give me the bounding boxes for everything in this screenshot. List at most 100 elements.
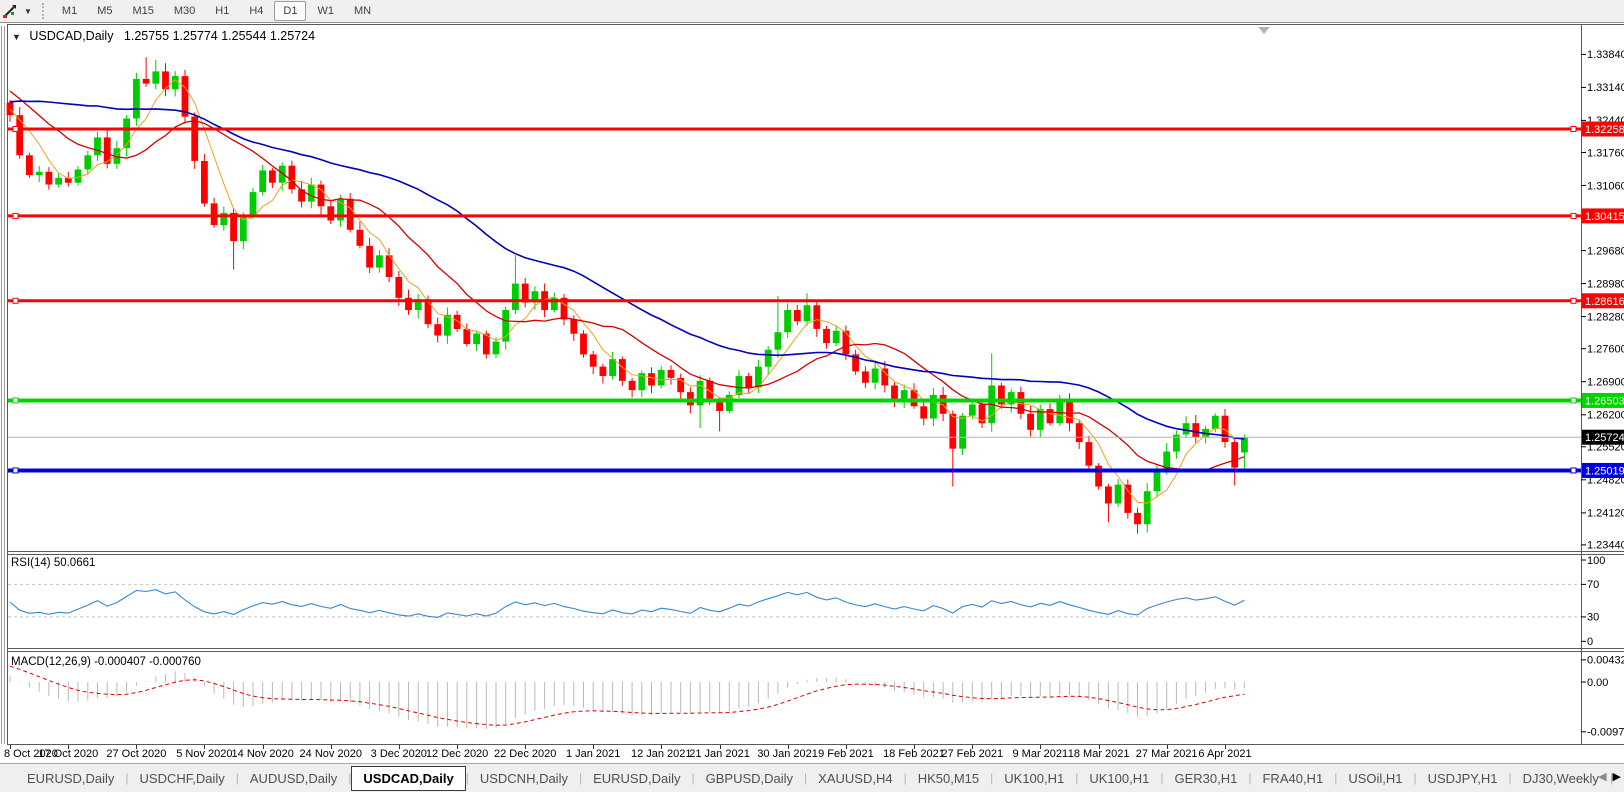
- svg-text:0.004328: 0.004328: [1587, 655, 1624, 667]
- timeframe-button-h1[interactable]: H1: [206, 1, 238, 21]
- tab-usdjpy-h1[interactable]: USDJPY,H1: [1417, 766, 1509, 791]
- tool-caret-icon[interactable]: ▼: [24, 7, 32, 16]
- date-label: 18 Feb 2021: [883, 748, 945, 760]
- tab-uk100-h1[interactable]: UK100,H1: [1078, 766, 1160, 791]
- date-label: 1 Jan 2021: [565, 748, 621, 760]
- date-label: 22 Dec 2020: [493, 748, 557, 760]
- date-label: 21 Jan 2021: [689, 748, 750, 760]
- hline-1-26503[interactable]: 1.26503: [8, 392, 1624, 408]
- svg-text:1.29680: 1.29680: [1587, 245, 1624, 257]
- timeframe-button-m30[interactable]: M30: [165, 1, 204, 21]
- hline-1-32258[interactable]: 1.32258: [8, 121, 1624, 137]
- chart-shift-marker-icon[interactable]: [1258, 27, 1270, 34]
- chart-title-quote: 1.25755 1.25774 1.25544 1.25724: [123, 29, 316, 43]
- crosshair-pointer-tool-icon[interactable]: [2, 3, 22, 19]
- tab-dj30-weekly[interactable]: DJ30,Weekly: [1512, 766, 1610, 791]
- date-label: 18 Mar 2021: [1067, 748, 1130, 760]
- tab-usdcnh-daily[interactable]: USDCNH,Daily: [469, 766, 579, 791]
- rsi-axis[interactable]: 100 70 30 0: [1581, 555, 1605, 648]
- tab-scroll-arrows: ◀ ▶: [1598, 770, 1621, 784]
- timeframe-button-w1[interactable]: W1: [308, 1, 343, 21]
- timeframe-button-m15[interactable]: M15: [123, 1, 162, 21]
- svg-text:1.25019: 1.25019: [1585, 465, 1624, 477]
- chart-area[interactable]: 1.33840 1.33140 1.32440 1.31760 1.31060 …: [0, 22, 1624, 745]
- timeframe-button-m1[interactable]: M1: [53, 1, 86, 21]
- svg-text:1.28280: 1.28280: [1587, 311, 1624, 323]
- svg-text:1.23440: 1.23440: [1587, 540, 1624, 552]
- rsi-level-lines: [8, 583, 1581, 618]
- tab-scroll-left-icon[interactable]: ◀: [1598, 770, 1606, 784]
- tab-eurusd-daily[interactable]: EURUSD,Daily: [16, 766, 125, 791]
- svg-text:1.31760: 1.31760: [1587, 147, 1624, 159]
- svg-text:30: 30: [1587, 612, 1599, 624]
- svg-text:1.32258: 1.32258: [1585, 124, 1624, 136]
- timeframe-button-mn[interactable]: MN: [345, 1, 380, 21]
- macd-axis[interactable]: 0.004328 0.00 -0.00977: [1581, 655, 1624, 739]
- tab-hk50-m15[interactable]: HK50,M15: [907, 766, 990, 791]
- date-label: 9 Mar 2021: [1012, 748, 1069, 760]
- svg-text:1.30415: 1.30415: [1585, 211, 1624, 223]
- svg-text:1.31060: 1.31060: [1587, 180, 1624, 192]
- macd-signal-line: [9, 665, 1245, 726]
- tab-scroll-right-icon[interactable]: ▶: [1613, 770, 1621, 784]
- chart-tab-bar: EURUSD,Daily | USDCHF,Daily | AUDUSD,Daily | U…: [0, 763, 1624, 792]
- tab-usdcad-daily[interactable]: USDCAD,Daily: [351, 765, 466, 791]
- date-label: 12 Jan 2021: [630, 748, 692, 760]
- tab-fra40-h1[interactable]: FRA40,H1: [1251, 766, 1334, 791]
- date-label: 5 Nov 2020: [176, 748, 233, 760]
- svg-text:1.28980: 1.28980: [1587, 278, 1624, 290]
- date-label: 27 Oct 2020: [106, 748, 167, 760]
- tab-audusd-daily[interactable]: AUDUSD,Daily: [239, 766, 348, 791]
- window-grip: [1, 26, 5, 744]
- date-label: 27 Mar 2021: [1135, 748, 1198, 760]
- tab-ger30-h1[interactable]: GER30,H1: [1163, 766, 1248, 791]
- date-label: 17 Oct 2020: [38, 748, 99, 760]
- chart-frame: [7, 24, 1624, 745]
- chart-svg: 1.33840 1.33140 1.32440 1.31760 1.31060 …: [1, 24, 1624, 745]
- tab-gbpusd-daily[interactable]: GBPUSD,Daily: [695, 766, 804, 791]
- chart-symbol-dropdown-icon[interactable]: ▼: [12, 32, 21, 42]
- rsi-line: [9, 589, 1245, 618]
- tab-xauusd-h4[interactable]: XAUUSD,H4: [807, 766, 903, 791]
- macd-indicator-label: MACD(12,26,9) -0.000407 -0.000760: [11, 656, 201, 668]
- toolbar: ▼ M1 M5 M15 M30 H1 H4 D1 W1 MN: [0, 0, 1624, 23]
- chart-title: ▼ USDCAD,Daily 1.25755 1.25774 1.25544 1…: [12, 29, 315, 43]
- svg-text:100: 100: [1587, 555, 1605, 567]
- svg-text:1.26503: 1.26503: [1585, 395, 1624, 407]
- tab-usoil-h1[interactable]: USOil,H1: [1337, 766, 1413, 791]
- date-label: 9 Feb 2021: [818, 748, 874, 760]
- svg-text:-0.00977: -0.00977: [1587, 727, 1624, 739]
- date-label: 12 Dec 2020: [425, 748, 489, 760]
- timeframe-button-m5[interactable]: M5: [88, 1, 121, 21]
- svg-text:1.25724: 1.25724: [1585, 432, 1624, 444]
- tab-eurusd-daily[interactable]: EURUSD,Daily: [582, 766, 691, 791]
- date-label: 30 Jan 2021: [757, 748, 818, 760]
- svg-text:1.28616: 1.28616: [1585, 296, 1624, 308]
- svg-text:1.24120: 1.24120: [1587, 508, 1624, 520]
- timeframe-button-d1[interactable]: D1: [274, 1, 307, 21]
- svg-text:70: 70: [1587, 579, 1599, 591]
- tab-uk100-h1[interactable]: UK100,H1: [993, 766, 1075, 791]
- svg-text:1.33840: 1.33840: [1587, 49, 1624, 61]
- date-label: 14 Nov 2020: [231, 748, 294, 760]
- timeframe-button-h4[interactable]: H4: [240, 1, 272, 21]
- date-label: 27 Feb 2021: [941, 748, 1004, 760]
- svg-text:1.26900: 1.26900: [1587, 377, 1624, 389]
- current-price-line: 1.25724: [8, 429, 1624, 445]
- hline-1-25019[interactable]: 1.25019: [8, 462, 1624, 478]
- trading-app-window: { "toolbar": { "pointer_tool_icon": "cro…: [0, 0, 1624, 792]
- svg-text:1.27600: 1.27600: [1587, 344, 1624, 356]
- svg-text:1.33140: 1.33140: [1587, 82, 1624, 94]
- svg-text:0: 0: [1587, 636, 1593, 648]
- svg-text:1.26200: 1.26200: [1587, 410, 1624, 422]
- timeframe-button-group: M1 M5 M15 M30 H1 H4 D1 W1 MN: [52, 1, 381, 21]
- date-label: 3 Dec 2020: [370, 748, 427, 760]
- date-label: 6 Apr 2021: [1198, 748, 1252, 760]
- tab-usdchf-daily[interactable]: USDCHF,Daily: [129, 766, 236, 791]
- chart-title-symbol: USDCAD,Daily: [29, 29, 114, 43]
- rsi-indicator-label: RSI(14) 50.0661: [11, 557, 96, 569]
- date-label: 24 Nov 2020: [299, 748, 362, 760]
- svg-text:0.00: 0.00: [1587, 677, 1608, 689]
- time-axis[interactable]: 8 Oct 2020 17 Oct 2020 27 Oct 2020 5 Nov 20…: [0, 745, 1624, 763]
- toolbar-grip[interactable]: [41, 3, 44, 19]
